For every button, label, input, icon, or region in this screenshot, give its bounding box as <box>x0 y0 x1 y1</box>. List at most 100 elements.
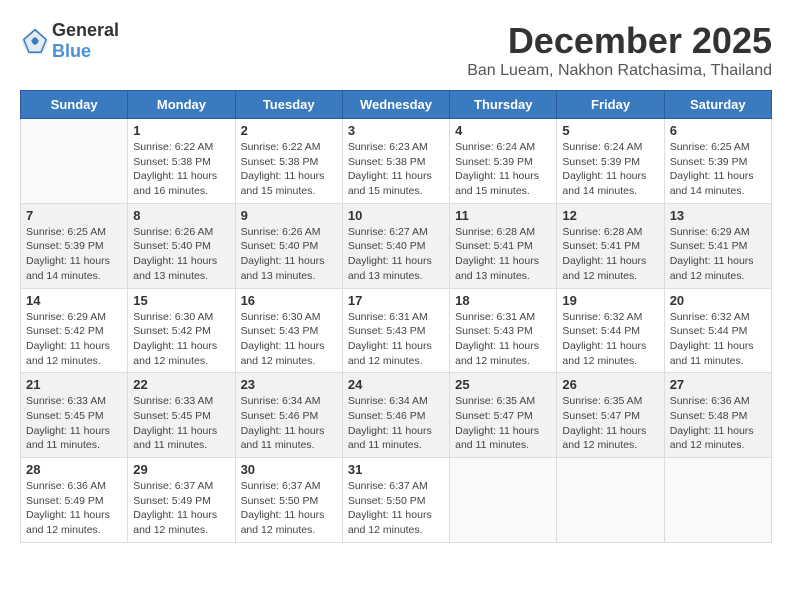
day-detail: Sunrise: 6:33 AM Sunset: 5:45 PM Dayligh… <box>26 394 122 453</box>
day-number: 24 <box>348 377 444 392</box>
day-detail: Sunrise: 6:32 AM Sunset: 5:44 PM Dayligh… <box>562 310 658 369</box>
day-detail: Sunrise: 6:22 AM Sunset: 5:38 PM Dayligh… <box>241 140 337 199</box>
calendar-day-cell: 31Sunrise: 6:37 AM Sunset: 5:50 PM Dayli… <box>342 458 449 543</box>
day-detail: Sunrise: 6:23 AM Sunset: 5:38 PM Dayligh… <box>348 140 444 199</box>
calendar-day-cell <box>450 458 557 543</box>
day-number: 21 <box>26 377 122 392</box>
calendar-day-cell: 18 Sunrise: 6:31 AM Sunset: 5:43 PM Dayli… <box>450 288 557 373</box>
calendar-header-tuesday: Tuesday <box>235 91 342 119</box>
day-detail: Sunrise: 6:28 AM Sunset: 5:41 PM Dayligh… <box>562 225 658 284</box>
day-number: 2 <box>241 123 337 138</box>
day-detail: Sunrise: 6:37 AM Sunset: 5:50 PM Dayligh… <box>348 479 444 538</box>
calendar-day-cell: 27 Sunrise: 6:36 AM Sunset: 5:48 PM Dayli… <box>664 373 771 458</box>
location-title: Ban Lueam, Nakhon Ratchasima, Thailand <box>467 62 772 80</box>
day-detail: Sunrise: 6:24 AM Sunset: 5:39 PM Dayligh… <box>455 140 551 199</box>
calendar-day-cell: 10 Sunrise: 6:27 AM Sunset: 5:40 PM Dayli… <box>342 203 449 288</box>
day-number: 18 <box>455 293 551 308</box>
calendar-day-cell: 28 Sunrise: 6:36 AM Sunset: 5:49 PM Dayli… <box>21 458 128 543</box>
day-detail: Sunrise: 6:25 AM Sunset: 5:39 PM Dayligh… <box>670 140 766 199</box>
day-detail: Sunrise: 6:24 AM Sunset: 5:39 PM Dayligh… <box>562 140 658 199</box>
logo-icon <box>20 26 50 56</box>
day-detail: Sunrise: 6:31 AM Sunset: 5:43 PM Dayligh… <box>348 310 444 369</box>
day-detail: Sunrise: 6:33 AM Sunset: 5:45 PM Dayligh… <box>133 394 229 453</box>
calendar-header-row: SundayMondayTuesdayWednesdayThursdayFrid… <box>21 91 772 119</box>
day-number: 7 <box>26 208 122 223</box>
calendar-day-cell: 17 Sunrise: 6:31 AM Sunset: 5:43 PM Dayli… <box>342 288 449 373</box>
calendar-day-cell: 11 Sunrise: 6:28 AM Sunset: 5:41 PM Dayli… <box>450 203 557 288</box>
calendar-week-row: 7 Sunrise: 6:25 AM Sunset: 5:39 PM Daylig… <box>21 203 772 288</box>
calendar-day-cell: 24 Sunrise: 6:34 AM Sunset: 5:46 PM Dayli… <box>342 373 449 458</box>
logo-text-blue: Blue <box>52 41 91 61</box>
calendar-day-cell: 15Sunrise: 6:30 AM Sunset: 5:42 PM Dayli… <box>128 288 235 373</box>
calendar-day-cell <box>557 458 664 543</box>
calendar-day-cell: 9 Sunrise: 6:26 AM Sunset: 5:40 PM Daylig… <box>235 203 342 288</box>
day-detail: Sunrise: 6:25 AM Sunset: 5:39 PM Dayligh… <box>26 225 122 284</box>
calendar-day-cell: 7 Sunrise: 6:25 AM Sunset: 5:39 PM Daylig… <box>21 203 128 288</box>
day-number: 22 <box>133 377 229 392</box>
calendar-day-cell: 6 Sunrise: 6:25 AM Sunset: 5:39 PM Daylig… <box>664 119 771 204</box>
calendar-day-cell: 8Sunrise: 6:26 AM Sunset: 5:40 PM Daylig… <box>128 203 235 288</box>
calendar-day-cell: 14 Sunrise: 6:29 AM Sunset: 5:42 PM Dayli… <box>21 288 128 373</box>
calendar-day-cell: 1Sunrise: 6:22 AM Sunset: 5:38 PM Daylig… <box>128 119 235 204</box>
day-number: 30 <box>241 462 337 477</box>
day-number: 1 <box>133 123 229 138</box>
day-number: 23 <box>241 377 337 392</box>
day-number: 8 <box>133 208 229 223</box>
calendar-day-cell: 30 Sunrise: 6:37 AM Sunset: 5:50 PM Dayli… <box>235 458 342 543</box>
calendar-day-cell <box>664 458 771 543</box>
logo: General Blue <box>20 20 119 62</box>
calendar-day-cell: 19 Sunrise: 6:32 AM Sunset: 5:44 PM Dayli… <box>557 288 664 373</box>
day-detail: Sunrise: 6:27 AM Sunset: 5:40 PM Dayligh… <box>348 225 444 284</box>
day-number: 4 <box>455 123 551 138</box>
day-number: 28 <box>26 462 122 477</box>
day-detail: Sunrise: 6:26 AM Sunset: 5:40 PM Dayligh… <box>241 225 337 284</box>
day-number: 3 <box>348 123 444 138</box>
day-number: 10 <box>348 208 444 223</box>
day-number: 11 <box>455 208 551 223</box>
calendar-day-cell: 13Sunrise: 6:29 AM Sunset: 5:41 PM Dayli… <box>664 203 771 288</box>
month-title: December 2025 <box>467 20 772 62</box>
day-number: 12 <box>562 208 658 223</box>
calendar-week-row: 14 Sunrise: 6:29 AM Sunset: 5:42 PM Dayli… <box>21 288 772 373</box>
calendar-day-cell: 20 Sunrise: 6:32 AM Sunset: 5:44 PM Dayli… <box>664 288 771 373</box>
calendar-header-saturday: Saturday <box>664 91 771 119</box>
calendar-day-cell: 23 Sunrise: 6:34 AM Sunset: 5:46 PM Dayli… <box>235 373 342 458</box>
day-number: 19 <box>562 293 658 308</box>
day-number: 6 <box>670 123 766 138</box>
day-detail: Sunrise: 6:29 AM Sunset: 5:42 PM Dayligh… <box>26 310 122 369</box>
calendar-week-row: 1 Sunrise: 6:22 AM Sunset: 5:38 PM Daylig… <box>21 119 772 204</box>
calendar-day-cell: 25 Sunrise: 6:35 AM Sunset: 5:47 PM Dayli… <box>450 373 557 458</box>
logo-text-general: General <box>52 20 119 40</box>
day-number: 27 <box>670 377 766 392</box>
day-detail: Sunrise: 6:37 AM Sunset: 5:50 PM Dayligh… <box>241 479 337 538</box>
calendar-day-cell: 2 Sunrise: 6:22 AM Sunset: 5:38 PM Daylig… <box>235 119 342 204</box>
day-detail: Sunrise: 6:32 AM Sunset: 5:44 PM Dayligh… <box>670 310 766 369</box>
day-detail: Sunrise: 6:35 AM Sunset: 5:47 PM Dayligh… <box>562 394 658 453</box>
day-detail: Sunrise: 6:36 AM Sunset: 5:48 PM Dayligh… <box>670 394 766 453</box>
calendar-header-monday: Monday <box>128 91 235 119</box>
calendar-day-cell: 26Sunrise: 6:35 AM Sunset: 5:47 PM Dayli… <box>557 373 664 458</box>
calendar-day-cell: 5 Sunrise: 6:24 AM Sunset: 5:39 PM Daylig… <box>557 119 664 204</box>
day-detail: Sunrise: 6:34 AM Sunset: 5:46 PM Dayligh… <box>241 394 337 453</box>
day-number: 17 <box>348 293 444 308</box>
day-number: 20 <box>670 293 766 308</box>
calendar-header-sunday: Sunday <box>21 91 128 119</box>
day-number: 13 <box>670 208 766 223</box>
day-number: 25 <box>455 377 551 392</box>
day-detail: Sunrise: 6:34 AM Sunset: 5:46 PM Dayligh… <box>348 394 444 453</box>
day-number: 5 <box>562 123 658 138</box>
calendar-header-friday: Friday <box>557 91 664 119</box>
calendar-header-thursday: Thursday <box>450 91 557 119</box>
day-detail: Sunrise: 6:36 AM Sunset: 5:49 PM Dayligh… <box>26 479 122 538</box>
day-detail: Sunrise: 6:30 AM Sunset: 5:42 PM Dayligh… <box>133 310 229 369</box>
header: General Blue December 2025 Ban Lueam, Na… <box>20 20 772 80</box>
calendar-day-cell <box>21 119 128 204</box>
day-detail: Sunrise: 6:28 AM Sunset: 5:41 PM Dayligh… <box>455 225 551 284</box>
day-detail: Sunrise: 6:31 AM Sunset: 5:43 PM Dayligh… <box>455 310 551 369</box>
day-detail: Sunrise: 6:35 AM Sunset: 5:47 PM Dayligh… <box>455 394 551 453</box>
day-number: 14 <box>26 293 122 308</box>
calendar-day-cell: 3 Sunrise: 6:23 AM Sunset: 5:38 PM Daylig… <box>342 119 449 204</box>
day-number: 9 <box>241 208 337 223</box>
calendar-day-cell: 16Sunrise: 6:30 AM Sunset: 5:43 PM Dayli… <box>235 288 342 373</box>
calendar-week-row: 21 Sunrise: 6:33 AM Sunset: 5:45 PM Dayli… <box>21 373 772 458</box>
